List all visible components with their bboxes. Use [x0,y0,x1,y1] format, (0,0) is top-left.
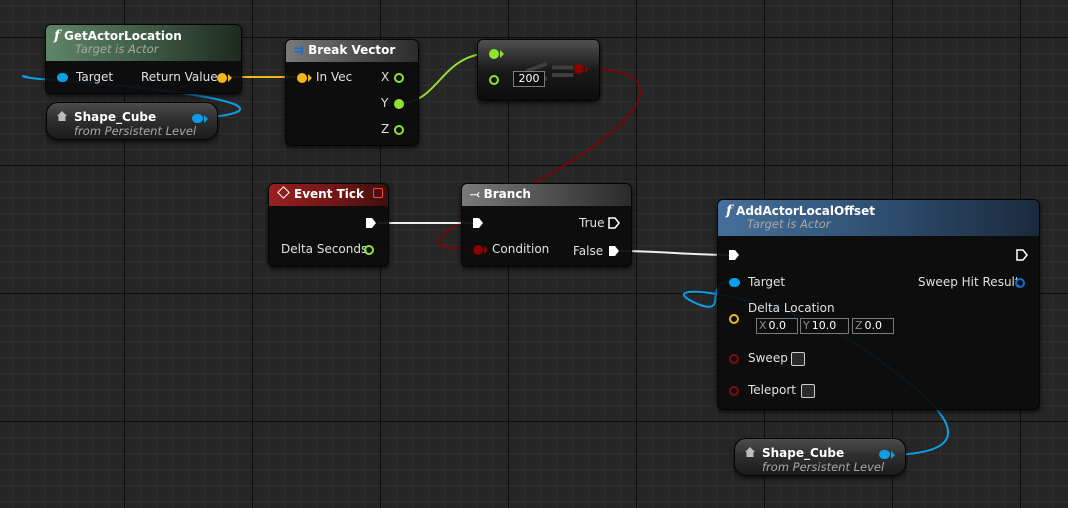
node-title: Event Tick [294,187,365,201]
result-pin[interactable] [574,64,584,74]
x-value: 0.0 [768,319,787,332]
node-title: Break Vector [308,43,396,57]
z-value: 0.0 [864,319,883,332]
return-value-label: Return Value [141,70,218,84]
function-icon: f [54,28,61,44]
sweep-label: Sweep [748,351,788,365]
teleport-checkbox[interactable] [801,384,815,398]
false-label: False [573,244,604,258]
less-equal-compare-node[interactable]: <= 200 [477,39,600,101]
exec-in-pin[interactable] [472,217,484,229]
pin-arrow-icon [228,74,232,82]
teleport-label: Teleport [748,383,796,397]
node-title: Branch [483,187,531,201]
z-pin[interactable] [394,125,404,135]
house-icon [745,447,755,457]
node-header: f AddActorLocalOffset Target is Actor [718,200,1039,236]
sweep-pin[interactable] [729,354,739,364]
b-input-pin[interactable] [489,75,499,85]
delta-x-field[interactable]: X 0.0 [756,318,798,334]
condition-pin[interactable] [473,245,483,255]
delta-location-pin[interactable] [729,314,739,324]
event-diamond-icon [277,186,290,199]
node-header: Event Tick [269,184,388,206]
shape-cube-reference-node[interactable]: Shape_Cube from Persistent Level [46,102,218,140]
reference-subtitle: from Persistent Level [74,124,197,138]
node-header: f GetActorLocation Target is Actor [46,25,241,61]
a-input-pin[interactable] [489,49,499,59]
sweep-hit-result-label: Sweep Hit Result [918,275,1020,289]
in-vec-pin[interactable] [297,73,307,83]
target-label: Target [748,275,786,289]
target-pin[interactable] [57,73,68,82]
pin-arrow-icon [891,451,895,459]
z-label: Z [381,122,390,136]
pin-arrow-icon [204,115,208,123]
get-actor-location-node[interactable]: f GetActorLocation Target is Actor Target… [45,24,242,94]
pin-arrow-icon [500,50,504,58]
node-subtitle: Target is Actor [747,217,831,231]
delta-location-label: Delta Location [748,301,835,315]
target-pin[interactable] [729,278,740,287]
in-vec-label: In Vec [316,70,353,84]
reference-title: Shape_Cube [74,110,157,124]
pin-arrow-icon [308,74,312,82]
x-axis-label: X [759,319,767,332]
teleport-pin[interactable] [729,386,739,396]
b-value-field[interactable]: 200 [513,71,545,87]
event-marker-icon [373,188,383,198]
y-value: 10.0 [811,319,837,332]
y-label: Y [381,96,389,110]
node-header: ⇉ Break Vector [286,40,418,62]
reference-title: Shape_Cube [762,446,845,460]
add-actor-local-offset-node[interactable]: f AddActorLocalOffset Target is Actor Tar… [717,199,1040,410]
delta-z-field[interactable]: Z 0.0 [852,318,894,334]
exec-out-pin[interactable] [365,217,377,229]
condition-label: Condition [492,242,550,256]
break-vector-node[interactable]: ⇉ Break Vector In Vec X Y Z [285,39,419,146]
output-pin[interactable] [192,114,203,123]
branch-node[interactable]: ⤙ Branch True Condition False [461,183,632,267]
y-pin[interactable] [394,99,404,109]
true-label: True [579,216,605,230]
sweep-checkbox[interactable] [791,352,805,366]
exec-in-pin[interactable] [728,249,740,261]
function-icon: f [726,203,733,219]
false-exec-pin[interactable] [608,245,620,257]
event-tick-node[interactable]: Event Tick Delta Seconds [268,183,389,267]
pin-arrow-icon [585,65,589,73]
node-title: GetActorLocation [64,29,182,43]
return-value-pin[interactable] [217,73,227,83]
x-pin[interactable] [394,73,404,83]
node-header: ⤙ Branch [462,184,631,206]
target-label: Target [76,70,114,84]
delta-seconds-label: Delta Seconds [281,242,368,256]
node-subtitle: Target is Actor [75,42,159,56]
shape-cube-reference-node[interactable]: Shape_Cube from Persistent Level [734,438,906,476]
x-label: X [381,70,390,84]
y-axis-label: Y [803,319,810,332]
break-struct-icon: ⇉ [294,43,305,57]
output-pin[interactable] [879,450,890,459]
z-axis-label: Z [855,319,863,332]
reference-subtitle: from Persistent Level [762,460,885,474]
house-icon [57,111,67,121]
pin-arrow-icon [484,246,488,254]
node-title: AddActorLocalOffset [736,204,875,218]
sweep-hit-result-pin[interactable] [1015,278,1025,288]
exec-out-pin[interactable] [1016,249,1028,261]
delta-y-field[interactable]: Y 10.0 [800,318,849,334]
delta-seconds-pin[interactable] [364,245,374,255]
branch-icon: ⤙ [470,187,480,201]
true-exec-pin[interactable] [608,217,620,229]
